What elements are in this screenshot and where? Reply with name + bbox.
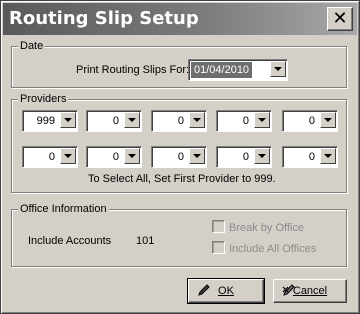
provider-select-10[interactable]: 0	[282, 146, 338, 168]
provider-select-value: 0	[242, 115, 249, 127]
chevron-down-icon[interactable]	[189, 112, 205, 128]
provider-select-9[interactable]: 0	[216, 146, 272, 168]
provider-select-value: 0	[48, 151, 55, 163]
close-icon: ✕	[332, 8, 348, 28]
close-button[interactable]: ✕	[327, 7, 353, 31]
ok-button-label: OK	[218, 285, 234, 297]
break-by-office-checkbox[interactable]: Break by Office	[212, 220, 304, 235]
include-all-offices-checkbox[interactable]: Include All Offices	[212, 241, 316, 256]
ok-button[interactable]: OK	[187, 278, 265, 304]
date-group-label: Date	[18, 39, 46, 53]
checkbox-box[interactable]	[212, 220, 225, 233]
print-routing-slips-label: Print Routing Slips For:	[76, 64, 190, 76]
provider-select-value: 0	[177, 115, 184, 127]
pencil-icon	[198, 284, 210, 296]
chevron-down-icon[interactable]	[320, 112, 336, 128]
provider-select-1[interactable]: 999	[22, 110, 78, 132]
date-select-value: 01/04/2010	[191, 62, 253, 78]
chevron-down-icon[interactable]	[320, 148, 336, 164]
provider-select-value: 999	[36, 115, 55, 127]
chevron-down-icon[interactable]	[189, 148, 205, 164]
include-accounts-label: Include Accounts	[28, 235, 112, 247]
provider-select-4[interactable]: 0	[216, 110, 272, 132]
chevron-down-icon[interactable]	[124, 112, 140, 128]
chevron-down-icon[interactable]	[270, 61, 286, 77]
window-title: Routing Slip Setup	[9, 8, 199, 29]
chevron-down-icon[interactable]	[60, 112, 76, 128]
office-information-group-label: Office Information	[18, 202, 109, 216]
provider-select-3[interactable]: 0	[151, 110, 207, 132]
title-bar[interactable]: Routing Slip Setup ✕	[3, 3, 357, 35]
provider-select-value: 0	[112, 115, 119, 127]
provider-select-value: 0	[177, 151, 184, 163]
chevron-down-icon[interactable]	[124, 148, 140, 164]
providers-hint: To Select All, Set First Provider to 999…	[88, 173, 276, 185]
providers-group-label: Providers	[18, 92, 69, 106]
chevron-down-icon[interactable]	[60, 148, 76, 164]
provider-select-8[interactable]: 0	[151, 146, 207, 168]
provider-select-6[interactable]: 0	[22, 146, 78, 168]
provider-select-2[interactable]: 0	[86, 110, 142, 132]
checkbox-box[interactable]	[212, 241, 225, 254]
cancel-button-label: Cancel	[292, 285, 328, 297]
include-all-offices-label: Include All Offices	[229, 243, 317, 255]
provider-select-value: 0	[112, 151, 119, 163]
provider-select-value: 0	[308, 115, 315, 127]
cancel-pencil-icon	[282, 284, 295, 296]
provider-select-7[interactable]: 0	[86, 146, 142, 168]
provider-select-value: 0	[242, 151, 249, 163]
cancel-button[interactable]: Cancel	[273, 279, 347, 303]
date-group: Date Print Routing Slips For: 01/04/2010	[11, 39, 347, 88]
office-information-group: Office Information Include Accounts 101 …	[11, 202, 347, 267]
break-by-office-label: Break by Office	[229, 222, 304, 234]
date-select[interactable]: 01/04/2010	[188, 59, 288, 81]
provider-select-5[interactable]: 0	[282, 110, 338, 132]
routing-slip-setup-dialog: Routing Slip Setup ✕ Date Print Routing …	[0, 0, 360, 314]
include-accounts-value: 101	[136, 235, 155, 247]
chevron-down-icon[interactable]	[254, 112, 270, 128]
chevron-down-icon[interactable]	[254, 148, 270, 164]
providers-group: Providers 999 0 0 0 0 0 0 0 0 0 To Selec…	[11, 92, 347, 193]
provider-select-value: 0	[308, 151, 315, 163]
